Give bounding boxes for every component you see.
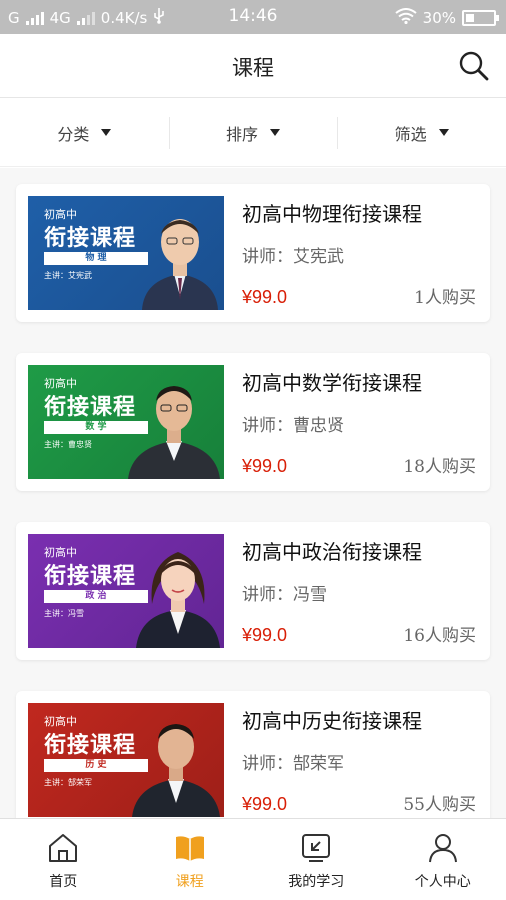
page-title: 课程 bbox=[232, 56, 274, 80]
thumb-lecturer: 主讲：曹忠贤 bbox=[44, 440, 92, 449]
caret-down-icon bbox=[270, 129, 281, 136]
course-price: ¥99.0 bbox=[242, 287, 288, 307]
course-price: ¥99.0 bbox=[242, 456, 288, 476]
course-price: ¥99.0 bbox=[242, 625, 288, 645]
course-title: 初高中历史衔接课程 bbox=[242, 709, 422, 733]
thumb-lecturer: 主讲：冯雪 bbox=[44, 609, 84, 618]
thumb-subject: 历 史 bbox=[44, 759, 148, 772]
course-title: 初高中物理衔接课程 bbox=[242, 202, 422, 226]
course-info: 初高中数学衔接课程 讲师：曹忠贤 ¥99.0 18人购买 bbox=[242, 353, 476, 491]
course-title: 初高中数学衔接课程 bbox=[242, 371, 422, 395]
course-title: 初高中政治衔接课程 bbox=[242, 540, 422, 564]
status-bar: G 4G 0.4K/s 14:46 30% bbox=[0, 0, 506, 34]
course-lecturer: 讲师：曹忠贤 bbox=[242, 416, 344, 436]
course-lecturer: 讲师：郜荣军 bbox=[242, 754, 344, 774]
course-info: 初高中历史衔接课程 讲师：郜荣军 ¥99.0 55人购买 bbox=[242, 691, 476, 818]
thumb-headline: 衔接课程 bbox=[44, 732, 137, 758]
battery-label: 30% bbox=[422, 9, 456, 27]
nav-label: 课程 bbox=[175, 874, 204, 890]
course-buyers: 55人购买 bbox=[403, 795, 476, 815]
course-buyers: 1人购买 bbox=[414, 288, 476, 308]
wifi-icon bbox=[395, 8, 417, 28]
thumb-lecturer: 主讲：郜荣军 bbox=[44, 778, 92, 787]
caret-down-icon bbox=[101, 129, 112, 136]
course-card[interactable]: 初高中 衔接课程 政 治 主讲：冯雪 初高中政治衔接课程 讲师：冯雪 ¥99.0… bbox=[16, 522, 490, 660]
course-card[interactable]: 初高中 衔接课程 数 学 主讲：曹忠贤 初高中数学衔接课程 讲师：曹忠贤 ¥99… bbox=[16, 353, 490, 491]
monitor-icon bbox=[302, 834, 331, 862]
course-lecturer: 讲师：冯雪 bbox=[242, 585, 327, 605]
course-list[interactable]: 初高中 衔接课程 物 理 主讲：艾宪武 初高中物理衔接课程 讲师：艾宪武 ¥99… bbox=[0, 168, 506, 818]
filter-sort[interactable]: 排序 bbox=[168, 99, 338, 166]
thumb-subject: 政 治 bbox=[44, 590, 148, 603]
thumb-subject: 物 理 bbox=[44, 252, 148, 265]
nav-label: 个人中心 bbox=[414, 874, 471, 890]
home-icon bbox=[49, 834, 78, 862]
nav-home[interactable]: 首页 bbox=[0, 819, 127, 900]
nav-profile[interactable]: 个人中心 bbox=[380, 819, 506, 900]
nav-label: 我的学习 bbox=[288, 874, 345, 890]
filter-category[interactable]: 分类 bbox=[0, 99, 169, 166]
nav-courses[interactable]: 课程 bbox=[127, 819, 254, 900]
course-buyers: 18人购买 bbox=[403, 457, 476, 477]
thumb-lecturer: 主讲：艾宪武 bbox=[44, 271, 92, 280]
filter-screen[interactable]: 筛选 bbox=[337, 99, 506, 166]
course-price: ¥99.0 bbox=[242, 794, 288, 814]
status-right: 30% bbox=[395, 8, 499, 28]
course-card[interactable]: 初高中 衔接课程 物 理 主讲：艾宪武 初高中物理衔接课程 讲师：艾宪武 ¥99… bbox=[16, 184, 490, 322]
course-thumbnail: 初高中 衔接课程 政 治 主讲：冯雪 bbox=[28, 534, 224, 648]
thumb-subject: 数 学 bbox=[44, 421, 148, 434]
bottom-nav: 首页 课程 我的学习 个人中心 bbox=[0, 818, 506, 900]
filter-label: 分类 bbox=[57, 124, 90, 144]
search-button[interactable] bbox=[458, 50, 490, 82]
book-icon bbox=[175, 836, 204, 861]
title-bar: 课程 bbox=[0, 34, 506, 98]
filter-bar: 分类 排序 筛选 bbox=[0, 99, 506, 167]
lecturer-photo bbox=[142, 219, 218, 310]
course-thumbnail: 初高中 衔接课程 物 理 主讲：艾宪武 bbox=[28, 196, 224, 310]
caret-down-icon bbox=[438, 129, 449, 136]
course-thumbnail: 初高中 衔接课程 历 史 主讲：郜荣军 bbox=[28, 703, 224, 817]
nav-label: 首页 bbox=[49, 874, 78, 890]
search-icon bbox=[459, 51, 489, 81]
battery-icon bbox=[462, 10, 499, 26]
person-icon bbox=[428, 834, 457, 863]
course-info: 初高中政治衔接课程 讲师：冯雪 ¥99.0 16人购买 bbox=[242, 522, 476, 660]
filter-label: 筛选 bbox=[394, 124, 427, 144]
nav-my-learning[interactable]: 我的学习 bbox=[253, 819, 380, 900]
course-info: 初高中物理衔接课程 讲师：艾宪武 ¥99.0 1人购买 bbox=[242, 184, 476, 322]
course-card[interactable]: 初高中 衔接课程 历 史 主讲：郜荣军 初高中历史衔接课程 讲师：郜荣军 ¥99… bbox=[16, 691, 490, 818]
course-lecturer: 讲师：艾宪武 bbox=[242, 247, 344, 267]
filter-label: 排序 bbox=[226, 124, 259, 144]
course-buyers: 16人购买 bbox=[403, 626, 476, 646]
thumb-headline: 衔接课程 bbox=[44, 563, 137, 589]
thumb-headline: 衔接课程 bbox=[44, 394, 137, 420]
thumb-headline: 衔接课程 bbox=[44, 225, 137, 251]
course-thumbnail: 初高中 衔接课程 数 学 主讲：曹忠贤 bbox=[28, 365, 224, 479]
